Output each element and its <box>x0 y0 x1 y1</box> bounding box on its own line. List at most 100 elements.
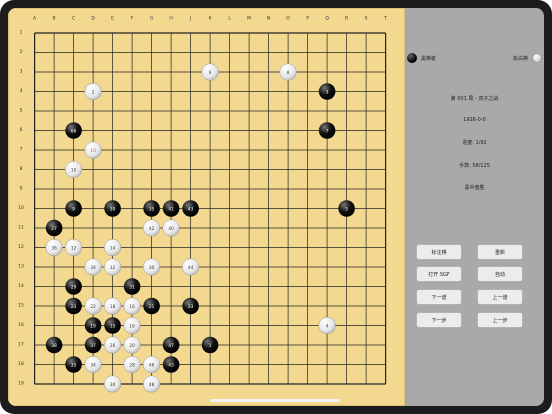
mark-button[interactable]: 标注棋 <box>417 245 461 259</box>
move-number: 35 <box>71 362 77 367</box>
move-number: 26 <box>110 343 116 348</box>
move-number: 14 <box>110 245 116 250</box>
column-label: G <box>150 16 154 22</box>
move-number: 16 <box>129 323 135 328</box>
move-number: 36 <box>51 245 57 250</box>
move-number: 33 <box>188 304 194 309</box>
move-number: 37 <box>90 343 96 348</box>
move-number: 21 <box>149 304 155 309</box>
white-stone: 14 <box>104 238 122 257</box>
black-stone: 37 <box>84 336 102 354</box>
prev-step-button[interactable]: 上一步 <box>478 313 522 327</box>
row-label: 18 <box>18 361 24 367</box>
white-stone: 42 <box>143 219 161 237</box>
black-stone: 39 <box>104 200 121 217</box>
row-label: 17 <box>18 342 24 348</box>
black-player-name: 黑棋者 <box>421 55 437 62</box>
column-label: T <box>383 16 387 22</box>
game-progress: 进度: 1/92 <box>462 140 487 146</box>
white-stone: 20 <box>123 336 141 354</box>
move-number: 27 <box>51 226 57 231</box>
white-stone: 22 <box>84 297 102 315</box>
white-stone: 48 <box>143 375 161 393</box>
black-stone: 29 <box>65 278 82 295</box>
row-label: 10 <box>18 205 24 211</box>
black-stone: 43 <box>162 356 180 373</box>
white-stone: 6 <box>201 63 219 81</box>
white-stone: 2 <box>84 82 102 101</box>
move-number: 43 <box>188 206 194 211</box>
move-number: 22 <box>90 304 96 309</box>
black-stone: 9 <box>65 200 82 217</box>
move-number: 47 <box>168 343 174 348</box>
white-stone: 8 <box>279 63 297 81</box>
row-label: 11 <box>18 225 24 231</box>
column-label: B <box>53 16 56 22</box>
move-number: 42 <box>149 226 155 231</box>
white-stone: 16 <box>123 297 141 315</box>
row-label: 5 <box>20 108 23 114</box>
black-stone-icon <box>407 53 417 63</box>
black-stone: 33 <box>182 297 199 315</box>
black-stone: 3 <box>318 83 336 100</box>
black-stone: 38 <box>45 336 63 354</box>
white-stone: 12 <box>65 238 83 257</box>
tablet-device-frame: A B C D E F G H J K L M N O P Q R S T 1 2 3 4 5 6 7 8 9 10 11 12 13 14 15… <box>0 0 552 414</box>
row-label: 19 <box>18 381 24 387</box>
white-stone: 10 <box>65 160 83 179</box>
move-number: 48 <box>149 382 155 387</box>
column-label: H <box>169 16 172 22</box>
column-label: R <box>345 16 348 22</box>
black-stone: 7 <box>318 122 336 139</box>
move-number: 20 <box>129 343 135 348</box>
row-label: 3 <box>20 69 23 75</box>
white-stone: 34 <box>84 258 102 276</box>
game-date: 1926-0-0 <box>463 117 486 123</box>
move-number: 1 <box>209 343 212 348</box>
column-label: J <box>189 16 191 22</box>
next-move-button[interactable]: 下一谱 <box>417 290 461 304</box>
black-stone: 15 <box>104 317 121 334</box>
white-stone: 34 <box>84 355 102 374</box>
move-number: 44 <box>188 265 194 270</box>
home-indicator[interactable] <box>210 399 340 402</box>
move-number: 39 <box>110 206 116 211</box>
prev-move-button[interactable]: 上一谱 <box>478 290 522 304</box>
move-number: 10 <box>71 167 77 172</box>
reset-button[interactable]: 重新 <box>478 245 522 259</box>
column-label: D <box>91 16 95 22</box>
move-number: 28 <box>129 362 135 367</box>
column-label: C <box>72 16 75 22</box>
row-label: 16 <box>18 322 24 328</box>
move-number: 12 <box>71 245 77 250</box>
white-stone: 28 <box>123 355 141 374</box>
move-number: 8 <box>287 70 290 75</box>
move-number: 3 <box>326 89 329 94</box>
white-player: 执白棋 <box>513 53 542 63</box>
game-result: 黑中盘胜 <box>464 185 485 191</box>
black-stone: 47 <box>162 336 180 354</box>
row-label: 4 <box>20 88 23 94</box>
move-number: 18 <box>110 304 116 309</box>
move-number: 32 <box>110 265 116 270</box>
move-number: 19 <box>90 323 96 328</box>
move-number: 43 <box>168 362 174 367</box>
game-title: 第 001 局 - 双子之战 <box>450 96 499 102</box>
black-stone: 19 <box>84 317 102 334</box>
auto-play-button[interactable]: 自动 <box>478 267 522 281</box>
black-stone: 41 <box>162 200 180 217</box>
white-stone-icon <box>532 53 542 63</box>
column-label: O <box>286 16 290 22</box>
white-stone: 46 <box>143 355 161 374</box>
next-step-button[interactable]: 下一步 <box>417 313 461 327</box>
row-label: 1 <box>20 30 23 36</box>
go-board[interactable]: A B C D E F G H J K L M N O P Q R S T123456789101112131415… <box>8 8 405 406</box>
open-sgf-button[interactable]: 打开 SGF <box>417 267 461 281</box>
black-stone: 66 <box>65 122 82 139</box>
black-stone: 5 <box>338 200 355 217</box>
white-stone: 30 <box>143 258 161 276</box>
black-stone: 35 <box>65 356 82 373</box>
black-player: 黑棋者 <box>407 53 436 63</box>
row-label: 6 <box>20 127 23 133</box>
move-number: 9 <box>72 206 75 211</box>
